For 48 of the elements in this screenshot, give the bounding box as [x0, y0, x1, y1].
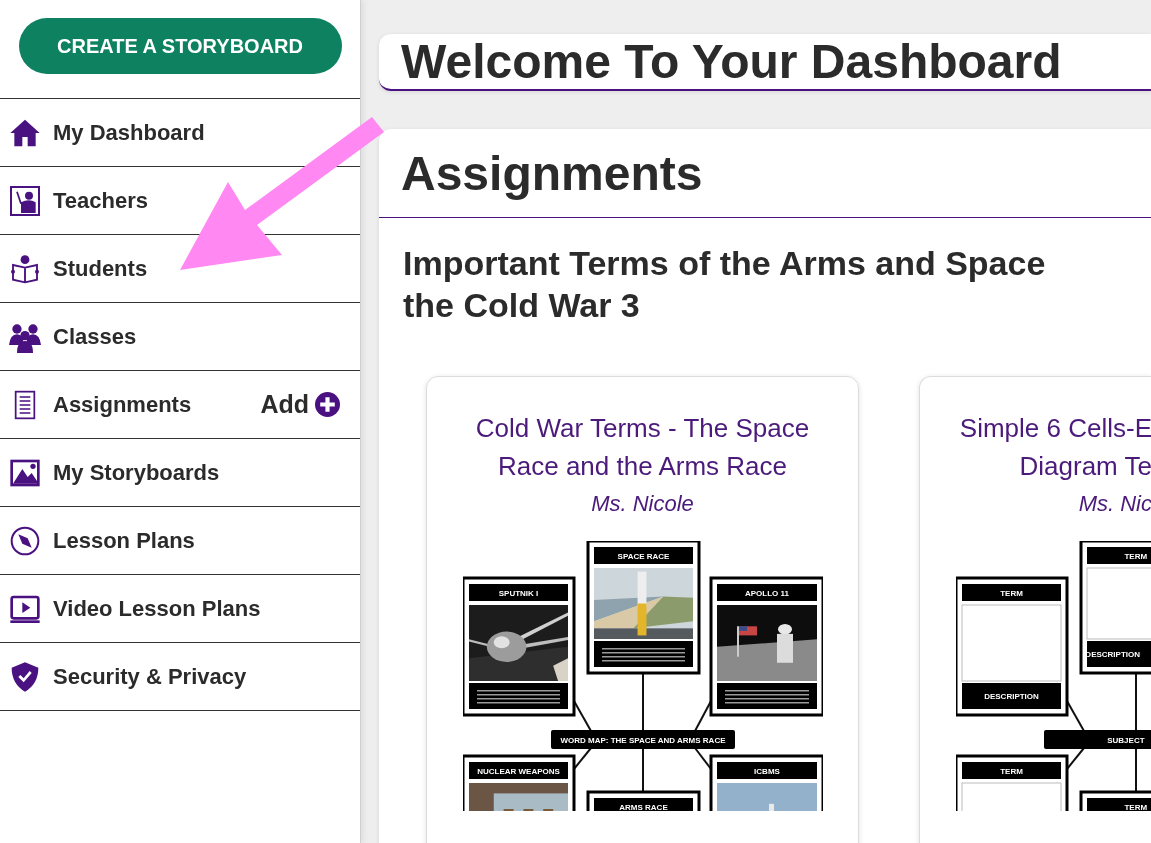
compass-icon [9, 524, 41, 557]
cell-header: ICBMS [717, 762, 817, 779]
connector-line [573, 700, 592, 732]
connector-line [642, 747, 644, 793]
nav-item[interactable]: Teachers [53, 187, 148, 214]
nav-item[interactable]: Assignments [53, 391, 192, 418]
cell-header: TERM [962, 584, 1061, 601]
author-name: Ms. Nicole [591, 491, 694, 517]
storyboard-title[interactable]: Cold War Terms - The Space [475, 409, 810, 447]
cell-header: SPUTNIK I [469, 584, 568, 601]
storyboard-title[interactable]: Simple 6 Cells-E [959, 409, 1151, 447]
connector-line [573, 747, 592, 770]
teacher-icon [9, 184, 41, 217]
connector-line [1135, 672, 1137, 732]
cell-header: APOLLO 11 [717, 584, 817, 601]
nav-item[interactable]: My Dashboard [53, 119, 205, 146]
cell-footer: DESCRIPTION [962, 683, 1061, 709]
section-title: Assignments [401, 145, 703, 201]
connector-line [1066, 700, 1085, 732]
cell-header: ARMS RACE [594, 798, 693, 811]
assignment-title: Important Terms of the Arms and Space [403, 243, 1046, 284]
page-title: Welcome To Your Dashboard [401, 34, 1062, 89]
nav-item[interactable]: Video Lesson Plans [53, 595, 261, 622]
nav-item[interactable]: Students [53, 255, 148, 282]
connector-line [1135, 747, 1137, 793]
cell-header: TERM [1087, 547, 1151, 564]
connector-line [694, 700, 712, 732]
nav-item[interactable]: Lesson Plans [53, 527, 195, 554]
nav-item[interactable]: My Storyboards [53, 459, 220, 486]
author-name: Ms. Nic [1078, 491, 1151, 517]
add-button[interactable]: Add [260, 390, 340, 419]
storyboard-title[interactable]: Race and the Arms Race [497, 447, 787, 485]
connector-line [1066, 747, 1085, 770]
connector-line [642, 672, 644, 732]
plus-circle-icon [315, 392, 340, 417]
shield-check-icon [9, 660, 41, 693]
reader-icon [9, 252, 41, 285]
center-label: SUBJECT [1044, 730, 1151, 749]
cell-header: NUCLEAR WEAPONS [469, 762, 568, 779]
connector-line [694, 747, 712, 770]
create-storyboard-button[interactable]: CREATE A STORYBOARD [18, 18, 342, 74]
nav-item[interactable]: Classes [53, 323, 137, 350]
storyboard-title[interactable]: Diagram Te [1019, 447, 1151, 485]
cell-header: TERM [1087, 798, 1151, 811]
cell-header: SPACE RACE [594, 547, 693, 564]
nav-item[interactable]: Security & Privacy [53, 663, 247, 690]
assignment-title: the Cold War 3 [403, 285, 640, 326]
cell-header: TERM [962, 762, 1061, 779]
